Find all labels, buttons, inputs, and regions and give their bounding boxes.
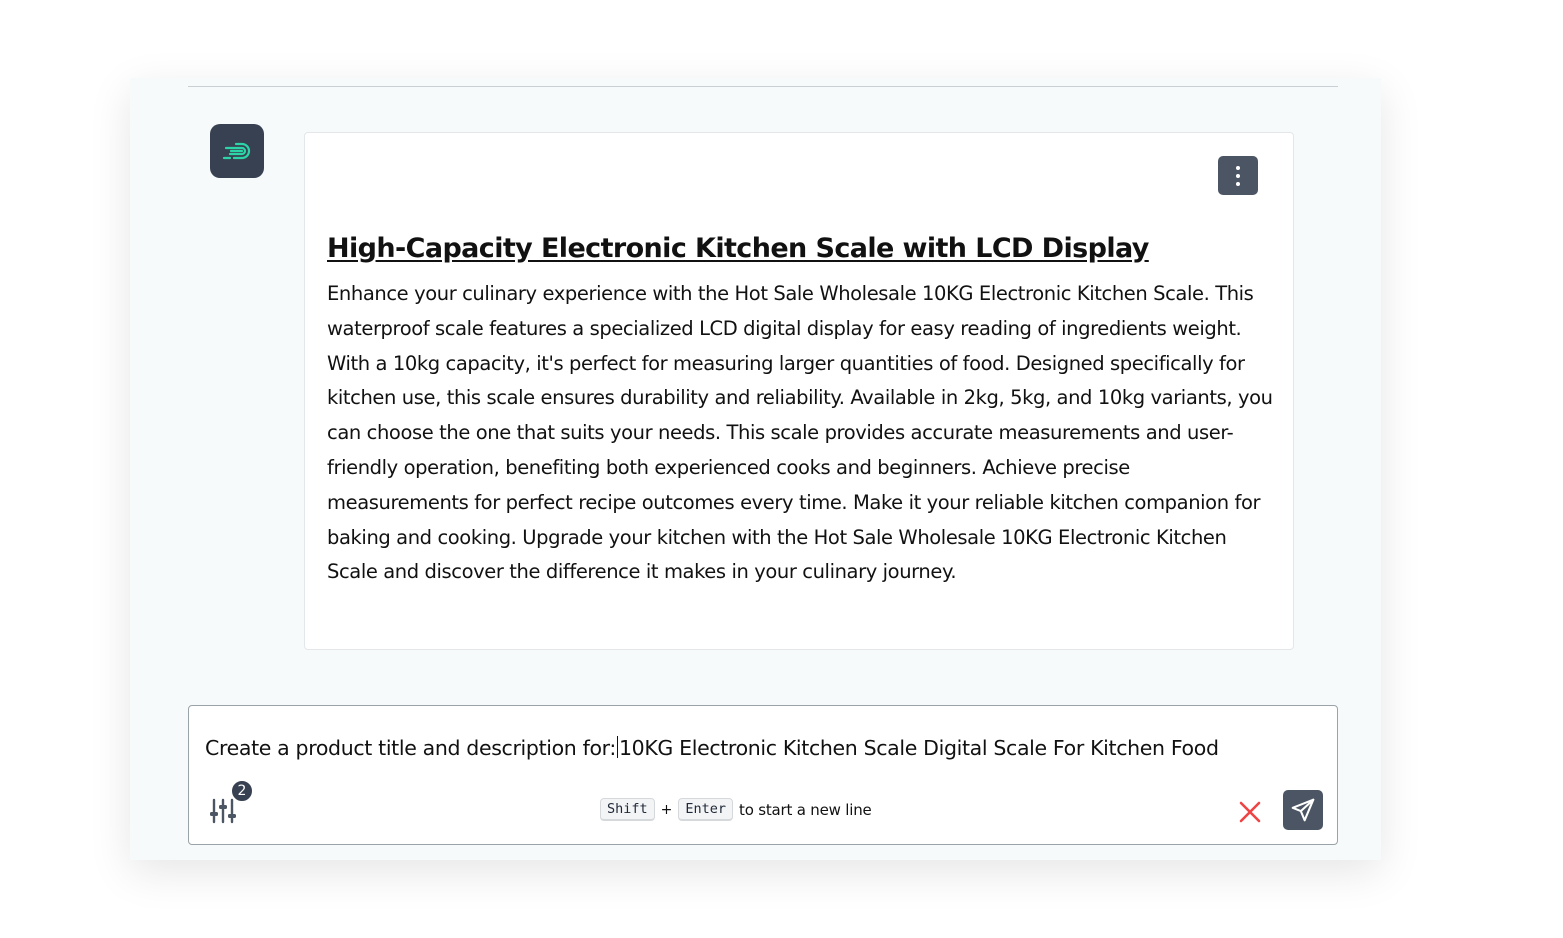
kebab-menu-icon-dot	[1236, 181, 1240, 186]
logo-wind-icon	[222, 142, 251, 160]
prompt-input[interactable]: Create a product title and description f…	[205, 736, 1219, 760]
send-icon	[1291, 798, 1315, 822]
prompt-text-after-cursor: 10KG Electronic Kitchen Scale Digital Sc…	[618, 736, 1219, 760]
prompt-text-before-cursor: Create a product title and description f…	[205, 736, 616, 760]
clear-button[interactable]	[1236, 798, 1264, 826]
kebab-menu-icon-dot	[1236, 173, 1240, 178]
message-menu-button[interactable]	[1218, 156, 1258, 195]
divider	[188, 86, 1338, 87]
assistant-message: High-Capacity Electronic Kitchen Scale w…	[304, 132, 1294, 650]
send-button[interactable]	[1283, 790, 1323, 830]
shift-key: Shift	[600, 798, 655, 821]
product-description: Enhance your culinary experience with th…	[327, 282, 1273, 584]
newline-hint: Shift + Enter to start a new line	[600, 798, 872, 821]
product-title: High-Capacity Electronic Kitchen Scale w…	[327, 233, 1149, 264]
hint-text: to start a new line	[739, 800, 872, 819]
assistant-avatar	[210, 124, 264, 178]
text-cursor	[616, 736, 618, 758]
chat-panel: High-Capacity Electronic Kitchen Scale w…	[130, 78, 1381, 860]
settings-count-badge: 2	[230, 779, 254, 803]
hint-plus: +	[660, 801, 673, 818]
kebab-menu-icon	[1236, 165, 1240, 170]
enter-key: Enter	[678, 798, 734, 821]
close-icon	[1239, 801, 1261, 823]
prompt-composer[interactable]: Create a product title and description f…	[188, 705, 1338, 845]
